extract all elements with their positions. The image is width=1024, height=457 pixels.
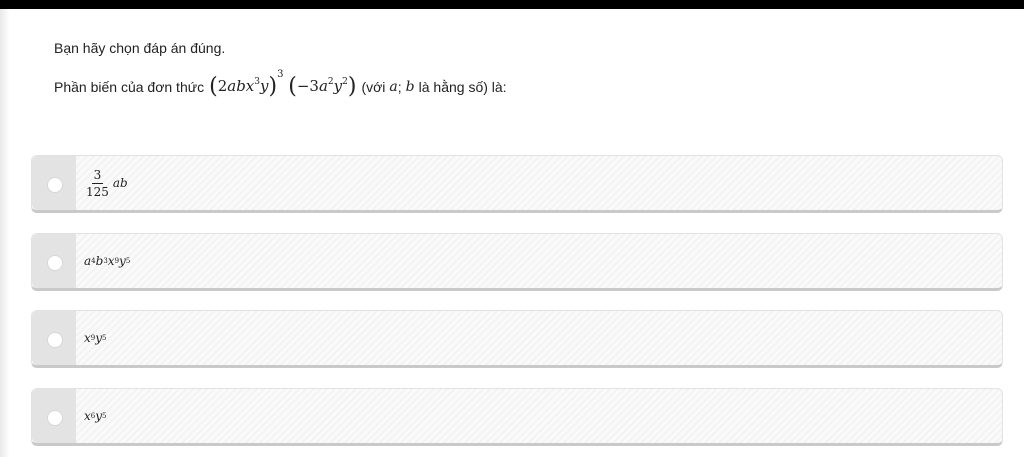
fraction-numerator: 3 bbox=[91, 167, 104, 184]
question-panel: Bạn hãy chọn đáp án đúng. Phần biến của … bbox=[0, 9, 1024, 457]
base: x bbox=[84, 331, 91, 345]
radio-button-c[interactable] bbox=[47, 332, 63, 348]
fraction-suffix: ab bbox=[112, 176, 128, 190]
fraction: 3 125 bbox=[84, 168, 111, 199]
base: x bbox=[84, 409, 91, 423]
semicolon: ; bbox=[397, 78, 402, 95]
radio-button-b[interactable] bbox=[47, 255, 63, 271]
answer-c-math: x9 y5 bbox=[84, 331, 107, 345]
answer-option-a[interactable]: 3 125 ab bbox=[31, 155, 1003, 213]
base: y bbox=[95, 409, 103, 423]
radio-button-a[interactable] bbox=[47, 177, 63, 193]
question-text: Phần biến của đơn thức (2abx3y)3 (−3a2y2… bbox=[54, 69, 507, 99]
base: y bbox=[119, 254, 126, 268]
radio-button-d[interactable] bbox=[47, 410, 63, 426]
instruction-text: Bạn hãy chọn đáp án đúng. bbox=[54, 40, 226, 56]
base: y bbox=[95, 331, 103, 345]
question-prefix: Phần biến của đơn thức bbox=[54, 78, 205, 95]
answer-option-b[interactable]: a4 b3 x9 y5 bbox=[31, 233, 1003, 291]
var-a: a bbox=[389, 78, 398, 95]
answer-d-math: x6 y5 bbox=[84, 409, 107, 423]
note-close: là hằng số) là: bbox=[418, 78, 507, 95]
answer-a-math: 3 125 ab bbox=[84, 156, 128, 210]
note-open: (với bbox=[361, 78, 386, 95]
var-b: b bbox=[405, 78, 415, 95]
fraction-denominator: 125 bbox=[86, 184, 109, 199]
answer-option-c[interactable]: x9 y5 bbox=[31, 310, 1003, 368]
answer-b-math: a4 b3 x9 y5 bbox=[84, 254, 131, 268]
answer-option-d[interactable]: x6 y5 bbox=[31, 388, 1003, 446]
monomial-expression: (2abx3y)3 (−3a2y2) bbox=[209, 69, 357, 99]
base: a bbox=[84, 254, 92, 268]
base: x bbox=[107, 254, 115, 268]
top-bar bbox=[0, 0, 1024, 9]
base: b bbox=[95, 254, 104, 268]
